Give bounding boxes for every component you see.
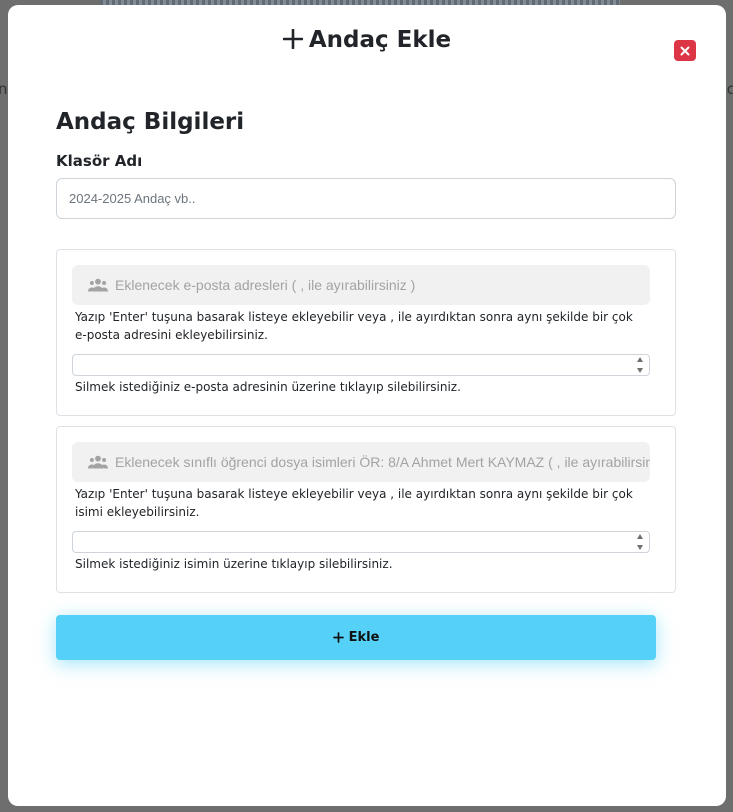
users-icon: [88, 455, 108, 469]
spinner-icon: [635, 534, 645, 550]
spinner-icon: [635, 357, 645, 373]
email-list-select[interactable]: [72, 354, 650, 376]
students-tag-input[interactable]: Eklenecek sınıflı öğrenci dosya isimleri…: [72, 442, 650, 482]
email-add-hint: Yazıp 'Enter' tuşuna basarak listeye ekl…: [75, 310, 633, 342]
students-remove-hint: Silmek istediğiniz isimin üzerine tıklay…: [75, 557, 393, 571]
section-title: Andaç Bilgileri: [56, 109, 245, 135]
students-card: Eklenecek sınıflı öğrenci dosya isimleri…: [56, 426, 676, 593]
folder-name-input[interactable]: [56, 178, 676, 219]
users-icon: [88, 278, 108, 292]
email-tag-input[interactable]: Eklenecek e-posta adresleri ( , ile ayır…: [72, 265, 650, 305]
modal-title-text: Andaç Ekle: [308, 27, 452, 53]
email-input-placeholder: Eklenecek e-posta adresleri ( , ile ayır…: [115, 277, 416, 293]
email-card: Eklenecek e-posta adresleri ( , ile ayır…: [56, 249, 676, 416]
add-memento-modal: Andaç Ekle Andaç Bilgileri Klasör Adı Ek…: [8, 5, 726, 806]
close-icon: [680, 46, 690, 55]
plus-icon: [332, 632, 344, 643]
add-button-label: Ekle: [348, 630, 380, 645]
modal-title: Andaç Ekle: [8, 27, 726, 55]
email-remove-hint: Silmek istediğiniz e-posta adresinin üze…: [75, 380, 461, 394]
students-input-placeholder: Eklenecek sınıflı öğrenci dosya isimleri…: [115, 454, 650, 470]
modal-header: Andaç Ekle: [8, 5, 726, 85]
students-add-hint: Yazıp 'Enter' tuşuna basarak listeye ekl…: [75, 487, 633, 519]
folder-name-label: Klasör Adı: [56, 152, 143, 170]
add-button[interactable]: Ekle: [56, 615, 656, 660]
plus-icon: [282, 28, 304, 55]
close-button[interactable]: [674, 40, 696, 61]
students-list-select[interactable]: [72, 531, 650, 553]
